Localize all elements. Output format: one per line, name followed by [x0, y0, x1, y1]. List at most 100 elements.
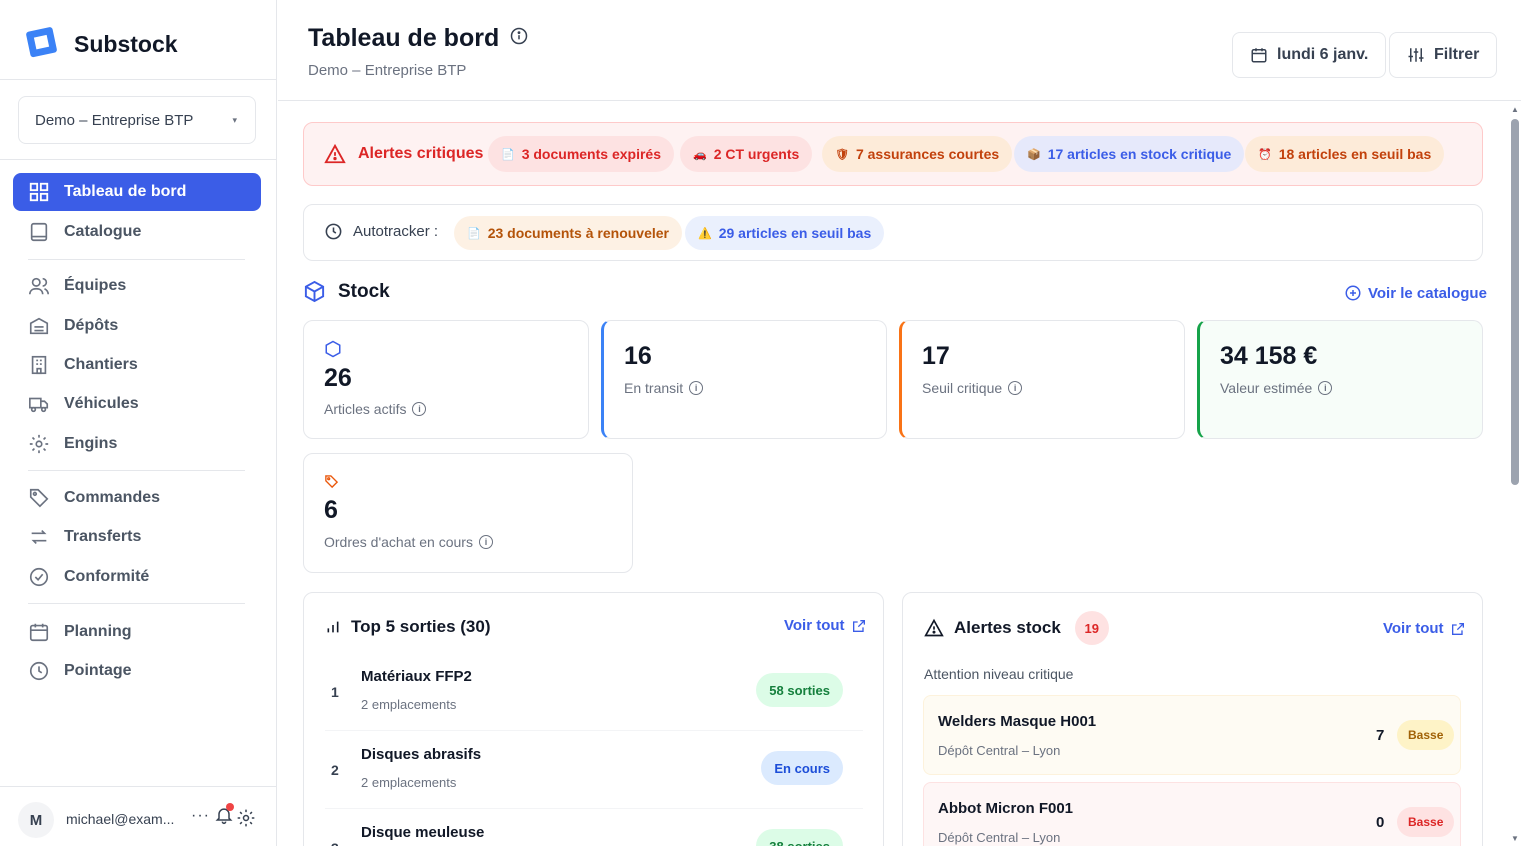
stat-label-text: Valeur estimée	[1220, 380, 1313, 396]
more-options-icon[interactable]: ···	[191, 807, 210, 825]
info-icon[interactable]	[509, 24, 529, 53]
sidebar-item-label: Conformité	[64, 568, 150, 585]
divider	[28, 259, 245, 260]
scrollbar-thumb[interactable]	[1511, 119, 1519, 485]
stock-item-location: Dépôt Central – Lyon	[938, 830, 1061, 845]
alert-pill-label: 2 CT urgents	[713, 146, 800, 162]
stat-card-purchase-orders[interactable]: 6 Ordres d'achat en cours i	[303, 453, 633, 573]
scroll-up-arrow-icon[interactable]: ▲	[1511, 105, 1519, 114]
status-badge: 38 sorties	[756, 829, 843, 846]
main-scrollbar[interactable]: ▲ ▼	[1509, 101, 1521, 846]
sidebar-item-catalogue[interactable]: Catalogue	[13, 213, 261, 251]
sidebar-item-label: Transferts	[64, 528, 142, 545]
autotracker-pill-documents[interactable]: 📄 23 documents à renouveler	[454, 216, 682, 250]
level-badge: Basse	[1397, 720, 1455, 750]
alert-pill-insurance[interactable]: 🛡 7 assurances courtes	[822, 136, 1013, 172]
sidebar-item-conformite[interactable]: Conformité	[13, 558, 261, 596]
sidebar-item-planning[interactable]: Planning	[13, 613, 261, 651]
stat-card-active-items[interactable]: 26 Articles actifs i	[303, 320, 589, 439]
grid-icon	[29, 182, 49, 202]
stat-label-text: Ordres d'achat en cours	[324, 534, 473, 550]
sidebar-item-label: Engins	[64, 435, 118, 452]
top-outputs-title: Top 5 sorties (30)	[325, 617, 491, 637]
sidebar-item-depots[interactable]: Dépôts	[13, 307, 261, 345]
bar-chart-icon	[327, 621, 339, 633]
truck-icon	[29, 397, 49, 413]
filter-label: Filtrer	[1434, 46, 1480, 63]
sidebar-item-commandes[interactable]: Commandes	[13, 479, 261, 517]
app-window: Substock Demo – Entreprise BTP ▾ Tableau…	[0, 0, 1521, 846]
page-title-text: Tableau de bord	[308, 24, 500, 52]
sidebar-item-tableau-de-bord[interactable]: Tableau de bord	[13, 173, 261, 211]
box-icon: 📦	[1027, 148, 1041, 161]
sidebar-item-label: Dépôts	[64, 317, 119, 334]
filter-button[interactable]: Filtrer	[1389, 32, 1498, 78]
autotracker-bar: Autotracker : 📄 23 documents à renouvele…	[303, 204, 1483, 261]
stock-alerts-view-all-link[interactable]: Voir tout	[1383, 620, 1466, 637]
view-catalog-link[interactable]: Voir le catalogue	[1344, 284, 1487, 302]
date-picker-button[interactable]: lundi 6 janv.	[1232, 32, 1387, 78]
alert-pill-low-threshold[interactable]: ⏰ 18 articles en seuil bas	[1245, 136, 1445, 172]
info-icon[interactable]: i	[1318, 381, 1333, 395]
table-row[interactable]: 2 Disques abrasifs 2 emplacements En cou…	[325, 731, 863, 809]
info-icon[interactable]: i	[689, 381, 704, 395]
row-rank: 2	[331, 762, 339, 778]
gear-icon	[29, 434, 49, 454]
divider	[0, 79, 277, 80]
stock-alerts-count-badge: 19	[1074, 611, 1109, 645]
info-icon[interactable]: i	[1008, 381, 1023, 395]
scroll-down-arrow-icon[interactable]: ▼	[1511, 834, 1519, 843]
stock-alert-item[interactable]: Abbot Micron F001 Dépôt Central – Lyon 0…	[923, 782, 1461, 846]
stat-card-estimated-value[interactable]: 34 158 € Valeur estimée i	[1197, 320, 1483, 439]
level-badge: Basse	[1397, 807, 1455, 837]
shield-icon: 🛡	[835, 148, 849, 161]
warning-triangle-icon	[924, 618, 944, 637]
autotracker-pill-low-threshold[interactable]: ⚠️ 29 articles en seuil bas	[685, 216, 885, 250]
stock-alert-item[interactable]: Welders Masque H001 Dépôt Central – Lyon…	[923, 695, 1461, 775]
alert-pill-critical-stock[interactable]: 📦 17 articles en stock critique	[1014, 136, 1245, 172]
user-email[interactable]: michael@exam...	[66, 811, 174, 827]
autotracker-label: Autotracker :	[324, 222, 438, 241]
stock-section-title: Stock	[303, 280, 390, 303]
stock-title-text: Stock	[338, 280, 390, 302]
page-title: Tableau de bord	[308, 24, 529, 53]
document-icon: 📄	[501, 148, 515, 161]
sidebar-item-transferts[interactable]: Transferts	[13, 518, 261, 556]
stat-card-in-transit[interactable]: 16 En transit i	[601, 320, 887, 439]
brand[interactable]: Substock	[24, 26, 178, 62]
sidebar-item-chantiers[interactable]: Chantiers	[13, 346, 261, 384]
alarm-icon: ⏰	[1258, 148, 1272, 161]
stat-value: 17	[922, 342, 950, 370]
table-row[interactable]: 3 Disque meuleuse 38 sorties	[325, 809, 863, 846]
sidebar-item-vehicules[interactable]: Véhicules	[13, 385, 261, 423]
stat-card-critical-threshold[interactable]: 17 Seuil critique i	[899, 320, 1185, 439]
alert-pill-label: 3 documents expirés	[521, 146, 661, 162]
warning-triangle-icon	[324, 143, 346, 164]
critical-alerts-label: Alertes critiques	[358, 145, 484, 162]
info-icon[interactable]: i	[412, 402, 427, 416]
divider	[0, 159, 277, 160]
sidebar-item-engins[interactable]: Engins	[13, 425, 261, 463]
top-outputs-view-all-link[interactable]: Voir tout	[784, 617, 867, 634]
stat-label-text: Seuil critique	[922, 380, 1003, 396]
alert-pill-expired-documents[interactable]: 📄 3 documents expirés	[488, 136, 674, 172]
sidebar-item-equipes[interactable]: Équipes	[13, 267, 261, 305]
cube-icon	[304, 280, 325, 303]
organization-select[interactable]: Demo – Entreprise BTP ▾	[18, 96, 256, 144]
table-row[interactable]: 1 Matériaux FFP2 2 emplacements 58 sorti…	[325, 653, 863, 731]
stock-item-name: Welders Masque H001	[938, 713, 1097, 730]
settings-gear-icon[interactable]	[236, 808, 256, 833]
avatar[interactable]: M	[18, 802, 54, 838]
top-outputs-panel: Top 5 sorties (30) Voir tout 1 Matériaux…	[303, 592, 884, 846]
stock-item-quantity: 7	[1376, 727, 1385, 744]
stock-item-location: Dépôt Central – Lyon	[938, 743, 1061, 758]
stock-alerts-title-text: Alertes stock	[954, 618, 1061, 637]
view-all-label: Voir tout	[1383, 620, 1444, 637]
sidebar-item-pointage[interactable]: Pointage	[13, 652, 261, 690]
alert-pill-label: 18 articles en seuil bas	[1278, 146, 1432, 162]
sidebar-item-label: Équipes	[64, 277, 127, 294]
users-icon	[29, 277, 49, 295]
info-icon[interactable]: i	[478, 535, 493, 549]
status-badge: En cours	[761, 751, 843, 785]
alert-pill-ct-urgent[interactable]: 🚗 2 CT urgents	[680, 136, 813, 172]
